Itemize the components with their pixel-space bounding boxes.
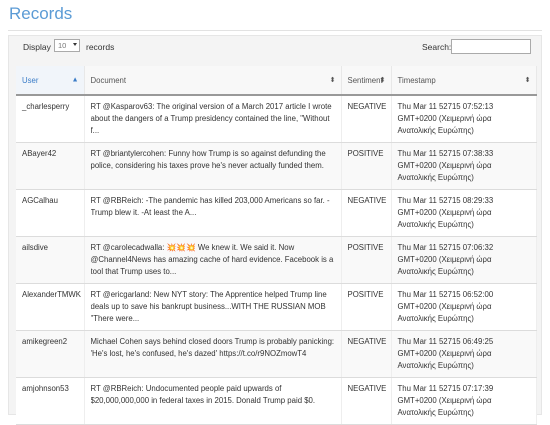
cell-document: RT @RBReich: -The pandemic has killed 20… [84,189,342,237]
column-header-timestamp[interactable]: Timestamp ⬍ [391,66,537,96]
cell-sentiment: POSITIVE [341,142,392,190]
table-row: amikegreen2 Michael Cohen says behind cl… [16,330,537,378]
cell-document: RT @carolecadwalla: 💥💥💥 We knew it. We s… [84,236,342,284]
cell-user: amikegreen2 [16,330,85,378]
display-label: Display [23,42,51,52]
table-row: AlexanderTMWK RT @ericgarland: New NYT s… [16,283,537,331]
cell-timestamp: Thu Mar 11 52715 07:38:33 GMT+0200 (Χειμ… [391,142,537,190]
sort-ascending-icon: ▲ [71,76,79,84]
records-table: User ▲ Document ⬍ Sentiment ⬍ Timestamp … [16,66,537,425]
document-text: RT @RBReich: -The pandemic has killed 20… [90,196,330,217]
page-length-value: 10 [58,41,67,50]
records-panel: Display 10 records Search: User ▲ Docume… [8,35,542,425]
column-header-label: Timestamp [397,75,436,85]
document-text: Michael Cohen says behind closed doors T… [90,337,335,358]
table-row: _charlesperry RT @Kasparov63: The origin… [16,95,537,143]
cell-document: RT @Kasparov63: The original version of … [84,95,342,143]
search-label: Search: [422,42,452,52]
cell-timestamp: Thu Mar 11 52715 06:49:25 GMT+0200 (Χειμ… [391,330,537,378]
table-row: ailsdive RT @carolecadwalla: 💥💥💥 We knew… [16,236,537,284]
document-text: RT @briantylercohen: Funny how Trump is … [90,149,326,170]
cell-sentiment: POSITIVE [341,283,392,331]
document-text: RT @ericgarland: New NYT story: The Appr… [90,290,327,323]
cell-document: RT @ericgarland: New NYT story: The Appr… [84,283,342,331]
column-header-document[interactable]: Document ⬍ [84,66,342,96]
column-header-label: Sentiment [347,75,383,85]
cell-user: amjohnson53 [16,377,85,425]
chevron-down-icon [73,43,77,46]
table-row: AGCalhau RT @RBReich: -The pandemic has … [16,189,537,237]
cell-timestamp: Thu Mar 11 52715 07:17:39 GMT+0200 (Χειμ… [391,377,537,425]
table-row: amjohnson53 RT @RBReich: Undocumented pe… [16,377,537,425]
title-divider [8,30,542,31]
table-header-row: User ▲ Document ⬍ Sentiment ⬍ Timestamp … [16,66,537,96]
cell-document: RT @briantylercohen: Funny how Trump is … [84,142,342,190]
column-header-label: User [22,75,39,85]
document-text: RT @Kasparov63: The original version of … [90,102,332,135]
cell-document: RT @RBReich: Undocumented people paid up… [84,377,342,425]
cell-sentiment: NEGATIVE [341,95,392,143]
column-header-label: Document [90,75,127,85]
sort-both-icon: ⬍ [379,77,386,84]
table-row: ABayer42 RT @briantylercohen: Funny how … [16,142,537,190]
collision-emoji-icon: 💥💥💥 [166,243,196,252]
cell-timestamp: Thu Mar 11 52715 08:29:33 GMT+0200 (Χειμ… [391,189,537,237]
cell-document: Michael Cohen says behind closed doors T… [84,330,342,378]
cell-sentiment: NEGATIVE [341,330,392,378]
document-text-prefix: RT @carolecadwalla: [90,243,167,252]
search-input[interactable] [451,39,531,54]
cell-timestamp: Thu Mar 11 52715 07:52:13 GMT+0200 (Χειμ… [391,95,537,143]
cell-timestamp: Thu Mar 11 52715 06:52:00 GMT+0200 (Χειμ… [391,283,537,331]
records-label: records [86,42,115,52]
page-length-select[interactable]: 10 [54,39,80,52]
column-header-sentiment[interactable]: Sentiment ⬍ [341,66,392,96]
cell-timestamp: Thu Mar 11 52715 07:06:32 GMT+0200 (Χειμ… [391,236,537,284]
cell-sentiment: NEGATIVE [341,377,392,425]
document-text: RT @carolecadwalla: 💥💥💥 We knew it. We s… [91,242,335,278]
cell-user: AlexanderTMWK [16,283,85,331]
cell-sentiment: POSITIVE [341,236,392,284]
column-header-user[interactable]: User ▲ [16,66,85,96]
document-text: RT @RBReich: Undocumented people paid up… [90,384,316,405]
cell-user: ailsdive [16,236,85,284]
cell-user: _charlesperry [16,95,85,143]
table-controls: Display 10 records Search: [9,36,541,66]
sort-both-icon: ⬍ [329,77,336,84]
sort-both-icon: ⬍ [524,77,531,84]
cell-sentiment: NEGATIVE [341,189,392,237]
page-title: Records [9,4,73,23]
cell-user: ABayer42 [16,142,85,190]
cell-user: AGCalhau [16,189,85,237]
